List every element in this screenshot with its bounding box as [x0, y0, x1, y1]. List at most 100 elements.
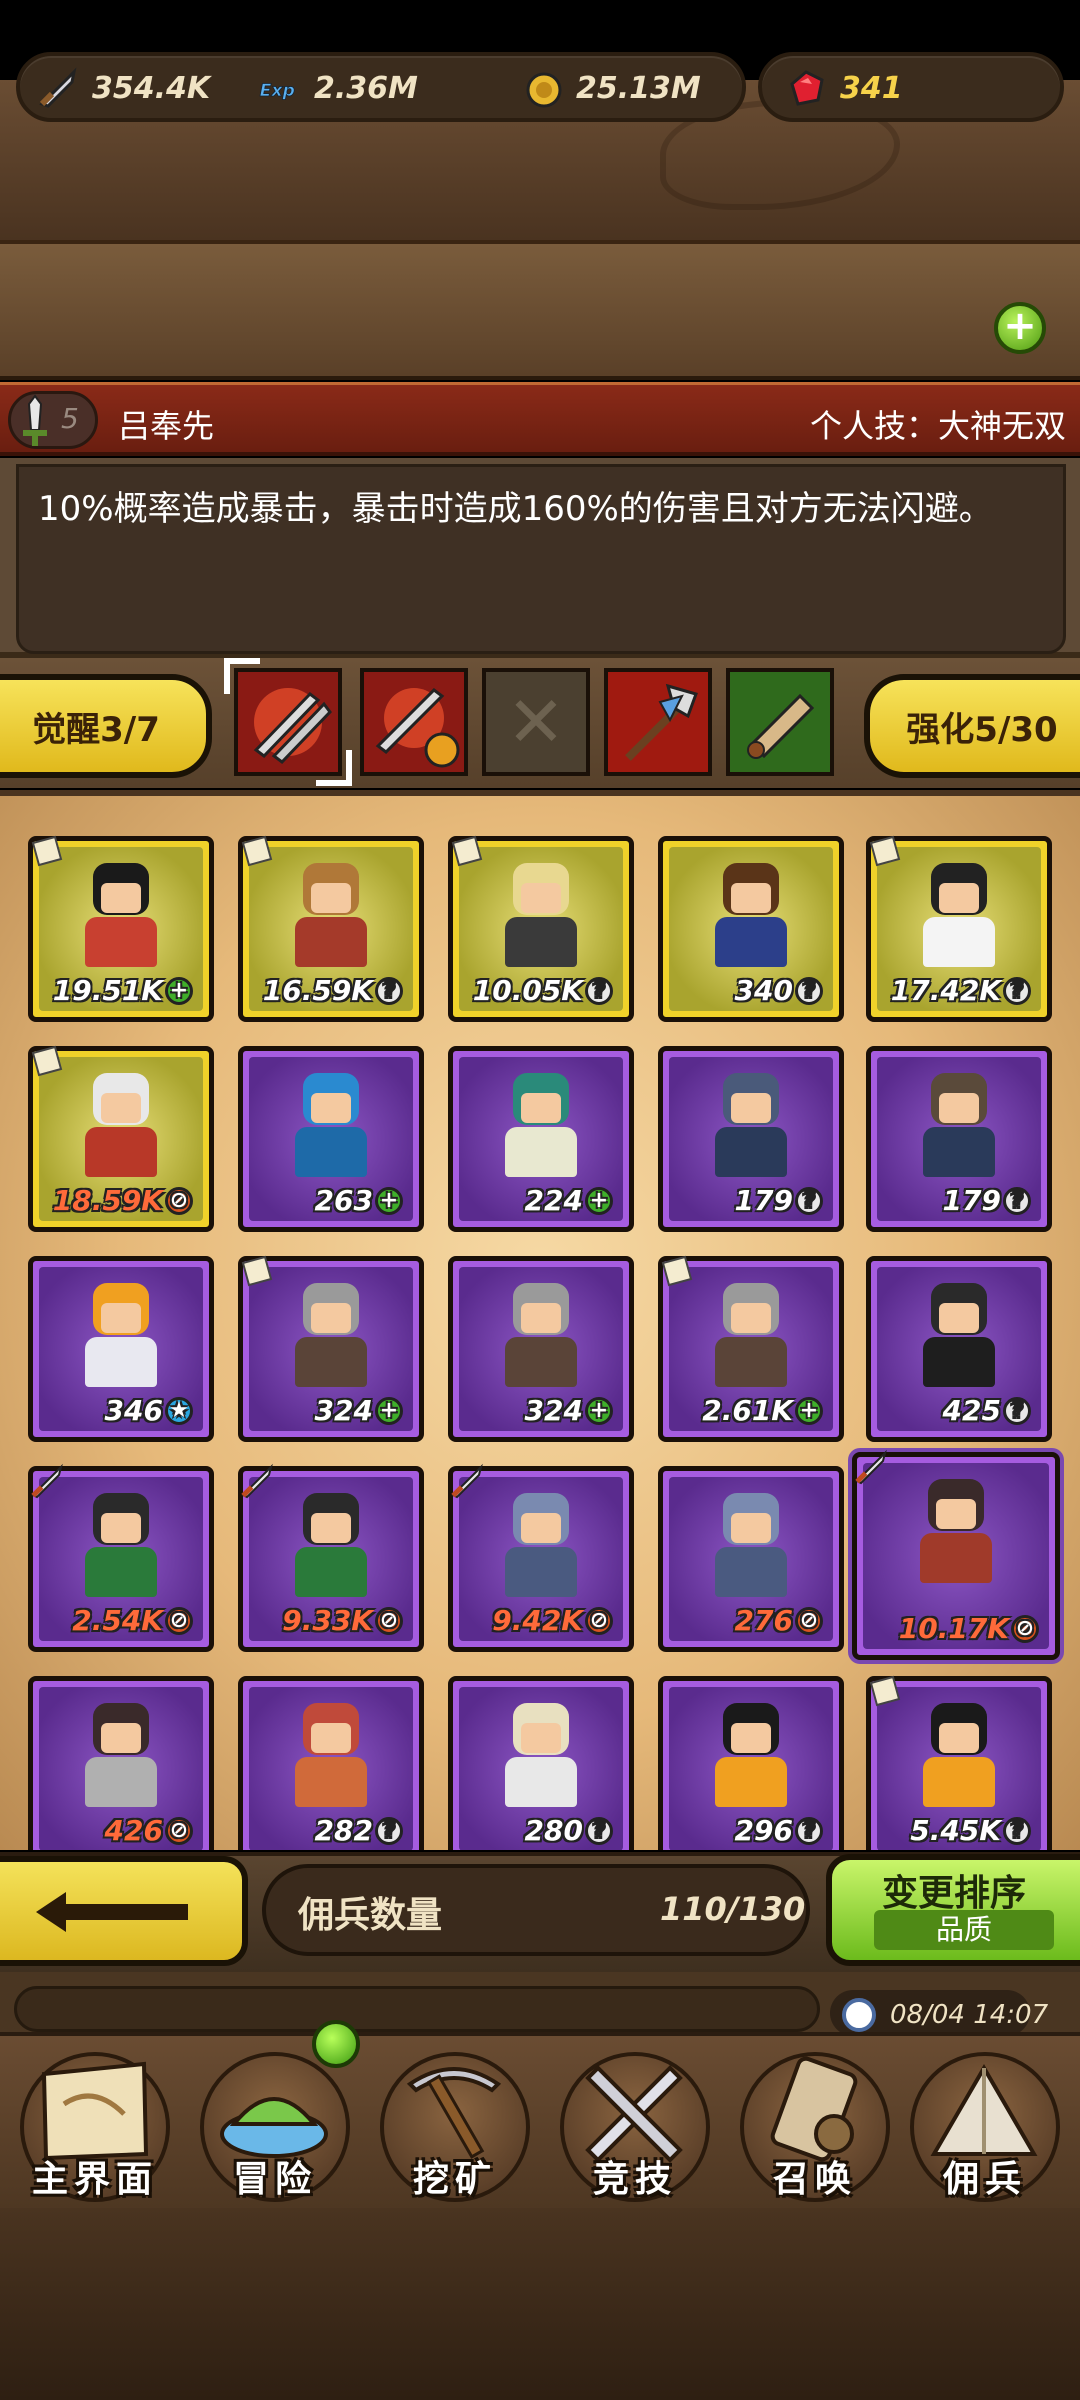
pickaxe-icon — [406, 2067, 502, 2159]
hero-portrait — [287, 863, 375, 971]
nav-pickaxe[interactable]: 挖矿 — [370, 2040, 540, 2202]
nav-summon-scroll[interactable]: 召唤 — [730, 2040, 900, 2202]
sort-button-label[interactable]: 变更排序 — [882, 1864, 1026, 1916]
exp-icon: Exp — [258, 66, 302, 110]
hero-power: 2.61K + — [702, 1394, 823, 1427]
upgrade-icon: + — [375, 1186, 403, 1215]
hero-card[interactable]: 426 ⊘ — [28, 1676, 214, 1850]
skill-header: 5 吕奉先 个人技：大神无双 — [0, 382, 1080, 456]
nav-tent[interactable]: 佣兵 — [900, 2040, 1070, 2202]
hero-card[interactable]: 10.05K? — [448, 835, 634, 1022]
hero-portrait — [707, 1703, 795, 1811]
hero-portrait — [287, 1073, 375, 1181]
skill-slot-5[interactable] — [726, 668, 834, 776]
hero-power: 17.42K? — [891, 974, 1031, 1007]
upgrade-icon: + — [585, 1186, 613, 1215]
unknown-icon: ? — [585, 1816, 613, 1845]
hero-card[interactable]: 9.33K ⊘ — [238, 1463, 424, 1652]
hero-card[interactable]: 2.54K ⊘ — [28, 1463, 214, 1652]
sword-icon — [15, 394, 55, 452]
skill-slot-2[interactable] — [360, 668, 468, 776]
hero-card[interactable]: 18.59K ⊘ — [28, 1045, 214, 1232]
hero-card[interactable]: 16.59K? — [238, 835, 424, 1022]
hero-portrait — [707, 1283, 795, 1391]
enhance-button[interactable]: 强化5/30 — [864, 674, 1080, 778]
nav-map-scroll[interactable]: 主界面 — [10, 2040, 180, 2202]
hero-portrait — [707, 1493, 795, 1601]
nav-island[interactable]: 冒险 — [190, 2040, 360, 2202]
crossed-swords-icon — [585, 2065, 683, 2163]
skill-slot-4[interactable] — [604, 668, 712, 776]
hero-card[interactable]: 324 + — [448, 1256, 634, 1442]
hero-card[interactable]: 17.42K? — [866, 835, 1052, 1022]
hero-power: 346 ★ — [105, 1394, 193, 1427]
hero-power: 224 + — [525, 1184, 613, 1217]
gem-resource: 341 — [784, 60, 903, 116]
hero-portrait — [77, 1283, 165, 1391]
upgrade-icon: + — [375, 1396, 403, 1425]
sword-handshake-icon — [375, 688, 460, 768]
nav-label: 竞技 — [592, 2159, 677, 2200]
scroll-tag-icon — [241, 835, 273, 867]
halberd-icon — [608, 672, 708, 772]
disabled-icon: ⊘ — [165, 1816, 193, 1845]
hero-card[interactable]: 224 + — [448, 1046, 634, 1232]
hero-card[interactable]: 2.61K + — [658, 1255, 844, 1442]
skill-level-badge: 5 — [8, 391, 98, 449]
timestamp: 08/04 14:07 — [890, 2000, 1049, 2030]
add-gems-button[interactable]: + — [994, 302, 1046, 354]
hero-power: 340? — [735, 974, 823, 1007]
hero-card[interactable]: 263 + — [238, 1046, 424, 1232]
hero-power: 282? — [315, 1814, 403, 1847]
hero-portrait — [497, 1283, 585, 1391]
svg-text:Exp: Exp — [260, 81, 295, 101]
hero-portrait — [915, 1283, 1003, 1391]
attack-resource: 354.4K — [36, 60, 210, 116]
tent-icon — [930, 2064, 1038, 2156]
hero-portrait — [915, 863, 1003, 971]
nav-label: 召唤 — [772, 2159, 857, 2200]
disabled-icon: ⊘ — [165, 1186, 193, 1215]
back-button[interactable] — [0, 1856, 248, 1966]
ruby-gem-icon — [784, 66, 828, 110]
hero-card[interactable]: 5.45K? — [866, 1675, 1052, 1850]
gold-coin-icon — [520, 66, 564, 110]
hero-card[interactable]: 324 + — [238, 1255, 424, 1442]
hero-card[interactable]: 19.51K + — [28, 835, 214, 1022]
hero-power: 179? — [943, 1184, 1031, 1217]
skill-slot-empty[interactable]: ✕ — [482, 668, 590, 776]
disabled-icon: ⊘ — [1011, 1614, 1039, 1643]
hero-card[interactable]: 296? — [658, 1676, 844, 1850]
hero-card[interactable]: 9.42K ⊘ — [448, 1463, 634, 1652]
hero-power: 9.42K ⊘ — [492, 1604, 613, 1637]
hero-card[interactable]: 346 ★ — [28, 1256, 214, 1442]
hero-portrait — [912, 1479, 1000, 1587]
hero-power: 263 + — [315, 1184, 403, 1217]
hero-power: 276 ⊘ — [735, 1604, 823, 1637]
awaken-button[interactable]: 觉醒3/7 — [0, 674, 212, 778]
hero-card[interactable]: 10.17K ⊘ — [852, 1449, 1060, 1660]
unknown-icon: ? — [375, 1816, 403, 1845]
hero-card[interactable]: 425? — [866, 1256, 1052, 1442]
nav-label: 冒险 — [232, 2159, 317, 2200]
unknown-icon: ? — [1003, 1816, 1031, 1845]
hero-card[interactable]: 280? — [448, 1676, 634, 1850]
message-bar[interactable] — [14, 1986, 820, 2032]
nav-crossed-swords[interactable]: 竞技 — [550, 2040, 720, 2202]
hero-card[interactable]: 340? — [658, 836, 844, 1022]
hero-card[interactable]: 179? — [866, 1046, 1052, 1232]
gold-resource: 25.13M — [520, 60, 701, 116]
hero-card[interactable]: 282? — [238, 1676, 424, 1850]
hero-card[interactable]: 179? — [658, 1046, 844, 1232]
skill-type: 个人技：大神无双 — [809, 407, 1066, 445]
hero-power: 9.33K ⊘ — [282, 1604, 403, 1637]
sort-mode-label[interactable]: 品质 — [874, 1910, 1054, 1950]
hero-card[interactable]: 276 ⊘ — [658, 1466, 844, 1652]
arrow-left-icon — [36, 1892, 188, 1932]
unknown-icon: ? — [375, 976, 403, 1005]
double-sword-icon — [253, 688, 332, 764]
skill-slot-1[interactable] — [224, 658, 352, 786]
hero-power: 296? — [735, 1814, 823, 1847]
sword-tag-icon — [855, 1449, 887, 1485]
unknown-icon: ? — [1003, 1186, 1031, 1215]
